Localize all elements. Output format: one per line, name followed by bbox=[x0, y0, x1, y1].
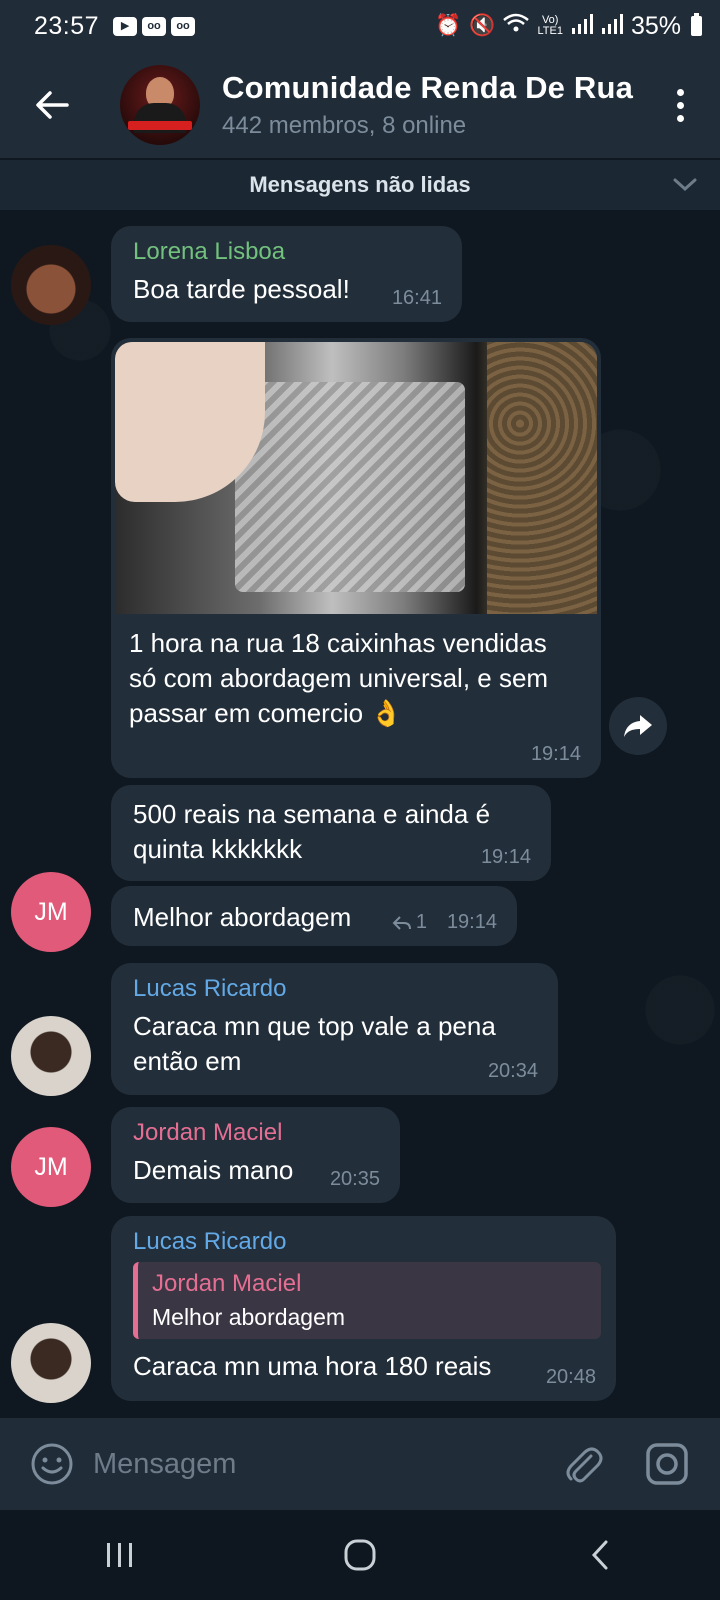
avatar[interactable] bbox=[11, 1016, 91, 1096]
message-bubble[interactable]: Lucas Ricardo Jordan Maciel Melhor abord… bbox=[111, 1216, 616, 1401]
back-nav-button[interactable] bbox=[560, 1525, 640, 1585]
reply-counter[interactable]: 1 bbox=[392, 911, 427, 934]
home-icon bbox=[344, 1539, 376, 1571]
message-photo[interactable] bbox=[115, 342, 597, 614]
reply-count: 1 bbox=[415, 911, 427, 933]
recents-icon bbox=[107, 1543, 132, 1567]
chat-info[interactable]: Comunidade Renda De Rua 442 membros, 8 o… bbox=[222, 70, 660, 140]
dot-icon bbox=[676, 88, 684, 96]
more-options-button[interactable] bbox=[660, 75, 700, 135]
battery-icon bbox=[691, 13, 702, 36]
message-list[interactable]: Lorena Lisboa Boa tarde pessoal! 16:41 1… bbox=[0, 210, 720, 1418]
avatar-banner bbox=[128, 121, 192, 130]
avatar-initials: JM bbox=[34, 897, 68, 926]
avatar[interactable]: JM bbox=[11, 1127, 91, 1207]
recent-apps-button[interactable] bbox=[80, 1525, 160, 1585]
message-composer bbox=[0, 1418, 720, 1510]
message-time: 16:41 bbox=[391, 287, 442, 309]
voicemail-icon: oo bbox=[171, 16, 196, 36]
reply-icon bbox=[392, 915, 411, 930]
message-text: Caraca mn uma hora 180 reais bbox=[133, 1351, 492, 1381]
avatar[interactable]: JM bbox=[11, 872, 91, 952]
sender-name[interactable]: Lucas Ricardo bbox=[133, 975, 538, 1003]
volte-icon: Vo) LTE1 bbox=[537, 14, 563, 37]
group-avatar[interactable] bbox=[120, 65, 200, 145]
unread-label: Mensagens não lidas bbox=[249, 172, 471, 197]
message-time: 20:48 bbox=[545, 1366, 596, 1388]
message-time: 19:14 bbox=[480, 846, 531, 868]
system-icons: ⏰ 🔇 Vo) LTE1 35% bbox=[435, 12, 702, 41]
arrow-left-icon bbox=[36, 91, 69, 119]
smiley-icon bbox=[31, 1443, 73, 1485]
chat-header: Comunidade Renda De Rua 442 membros, 8 o… bbox=[0, 52, 720, 158]
quoted-text: Melhor abordagem bbox=[152, 1304, 346, 1330]
message-bubble[interactable]: Lorena Lisboa Boa tarde pessoal! 16:41 bbox=[111, 226, 462, 322]
message-time: 20:34 bbox=[487, 1060, 538, 1082]
message-bubble[interactable]: Jordan Maciel Demais mano 20:35 bbox=[111, 1107, 400, 1203]
wifi-icon bbox=[503, 13, 530, 39]
avatar[interactable] bbox=[11, 245, 91, 325]
emoji-button[interactable] bbox=[27, 1439, 77, 1489]
message-time: 19:14 bbox=[446, 911, 497, 933]
message-time: 20:35 bbox=[329, 1168, 380, 1190]
back-button[interactable] bbox=[22, 75, 82, 135]
message-bubble[interactable]: 500 reais na semana e ainda é quinta kkk… bbox=[111, 785, 551, 881]
unread-messages-bar: Mensagens não lidas bbox=[0, 160, 720, 210]
youtube-icon: ▶ bbox=[113, 16, 138, 36]
photo-caption: 1 hora na rua 18 caixinhas vendidas só c… bbox=[129, 628, 549, 728]
media-message-bubble[interactable]: 1 hora na rua 18 caixinhas vendidas só c… bbox=[111, 338, 601, 778]
message-time: 19:14 bbox=[530, 743, 581, 765]
dot-icon bbox=[676, 114, 684, 122]
home-button[interactable] bbox=[320, 1525, 400, 1585]
attach-button[interactable] bbox=[558, 1439, 608, 1489]
message-text: Caraca mn que top vale a pena então em bbox=[133, 1011, 496, 1076]
chevron-left-icon bbox=[591, 1540, 608, 1570]
alarm-icon: ⏰ bbox=[435, 14, 462, 37]
quoted-message[interactable]: Jordan Maciel Melhor abordagem bbox=[133, 1262, 601, 1339]
battery-percent: 35% bbox=[630, 11, 681, 40]
dot-icon bbox=[676, 101, 684, 109]
avatar[interactable] bbox=[11, 1323, 91, 1403]
sender-name[interactable]: Lorena Lisboa bbox=[133, 238, 442, 266]
camera-icon bbox=[646, 1443, 688, 1485]
sender-name[interactable]: Lucas Ricardo bbox=[133, 1228, 596, 1256]
signal-icon bbox=[601, 12, 623, 41]
chevron-down-icon[interactable] bbox=[672, 173, 698, 195]
signal-icon bbox=[571, 12, 593, 41]
camera-button[interactable] bbox=[642, 1439, 692, 1489]
chat-subtitle: 442 membros, 8 online bbox=[222, 112, 467, 139]
voicemail-icon: oo bbox=[142, 16, 167, 36]
message-text: Melhor abordagem bbox=[133, 902, 352, 932]
message-input[interactable] bbox=[93, 1439, 558, 1489]
share-icon bbox=[624, 715, 652, 737]
sender-name[interactable]: Jordan Maciel bbox=[133, 1119, 380, 1147]
photo-ground bbox=[487, 342, 597, 614]
avatar-initials: JM bbox=[34, 1152, 68, 1181]
status-time: 23:57 bbox=[34, 11, 100, 40]
message-bubble[interactable]: Lucas Ricardo Caraca mn que top vale a p… bbox=[111, 963, 558, 1095]
status-bar: 23:57 ▶ oo oo ⏰ 🔇 Vo) LTE1 35% bbox=[0, 0, 720, 52]
forward-button[interactable] bbox=[609, 697, 667, 755]
quoted-sender: Jordan Maciel bbox=[152, 1270, 302, 1297]
chat-title: Comunidade Renda De Rua bbox=[222, 70, 634, 105]
photo-foil-bag bbox=[235, 382, 465, 592]
mute-icon: 🔇 bbox=[469, 14, 496, 37]
paperclip-icon bbox=[566, 1447, 603, 1483]
system-navigation-bar bbox=[0, 1510, 720, 1600]
notification-icons: ▶ oo oo bbox=[113, 16, 196, 36]
message-bubble[interactable]: Melhor abordagem 1 19:14 bbox=[111, 886, 517, 946]
